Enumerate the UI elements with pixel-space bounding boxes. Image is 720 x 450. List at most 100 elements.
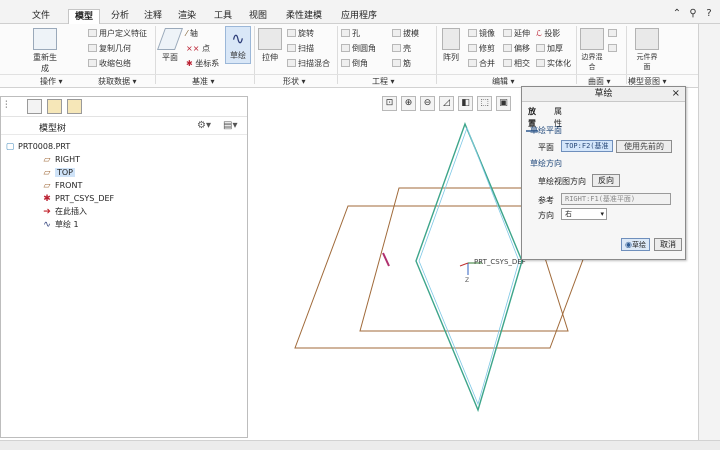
repaint-icon[interactable]: ◿: [439, 96, 454, 111]
round-button[interactable]: 倒圆角: [341, 44, 376, 54]
view-direction-label: 草绘视图方向: [538, 177, 586, 186]
style-button[interactable]: [608, 44, 619, 54]
tab-flexible-modeling[interactable]: 柔性建模: [280, 9, 328, 24]
favorites-tab-icon[interactable]: [67, 99, 82, 114]
group-shapes[interactable]: 形状 ▾: [283, 76, 306, 87]
rib-button[interactable]: 筋: [392, 59, 411, 69]
group-datum[interactable]: 基准 ▾: [192, 76, 215, 87]
extrude-icon: [258, 28, 282, 50]
reference-field[interactable]: RIGHT:F1(基准平面): [561, 193, 671, 205]
tree-item-front[interactable]: ▱ FRONT: [41, 179, 83, 192]
boundary-blend-button[interactable]: 边界混合: [580, 28, 604, 72]
refit-icon[interactable]: ⊡: [382, 96, 397, 111]
tree-item-top[interactable]: ▱ TOP: [41, 166, 76, 179]
hole-button[interactable]: 孔: [341, 29, 360, 39]
orientation-select[interactable]: 右 ▾: [561, 208, 607, 220]
draft-button[interactable]: 拔模: [392, 29, 419, 39]
use-previous-button[interactable]: 使用先前的: [616, 140, 672, 153]
close-icon[interactable]: ×: [672, 87, 680, 101]
dialog-title: 草绘: [594, 89, 613, 99]
tab-analysis[interactable]: 分析: [105, 9, 135, 24]
datum-point-button[interactable]: ×× 点: [186, 44, 210, 54]
zoom-in-icon[interactable]: ⊕: [401, 96, 416, 111]
datum-axis-button[interactable]: ⁄ 轴: [186, 29, 198, 39]
intersect-button[interactable]: 相交: [503, 59, 530, 69]
tree-show-icon[interactable]: ▤▾: [223, 120, 237, 131]
thicken-icon: [536, 44, 545, 52]
sketch-plane-field[interactable]: TOP:F2(基准: [561, 140, 613, 152]
chamfer-button[interactable]: 倒角: [341, 59, 368, 69]
datum-plane-button[interactable]: 平面: [156, 28, 184, 63]
boundary-blend-icon: [580, 28, 604, 50]
cancel-button[interactable]: 取消: [654, 238, 682, 251]
trim-button[interactable]: 修剪: [468, 44, 495, 54]
freestyle-button[interactable]: [608, 29, 619, 39]
tab-tools[interactable]: 工具: [208, 9, 238, 24]
folder-browser-tab-icon[interactable]: [47, 99, 62, 114]
group-engineering[interactable]: 工程 ▾: [372, 76, 395, 87]
sketch-ok-button[interactable]: ◉草绘: [621, 238, 650, 251]
revolve-button[interactable]: 旋转: [287, 29, 314, 39]
tree-item-right[interactable]: ▱ RIGHT: [41, 153, 81, 166]
thicken-button[interactable]: 加厚: [536, 44, 563, 54]
tree-item-insert-here[interactable]: ➔ 在此插入: [41, 205, 87, 218]
tree-settings-icon[interactable]: ⚙▾: [197, 120, 211, 131]
window-controls: ⌃ ⚲?: [668, 7, 716, 21]
user-defined-feature-button[interactable]: 用户定义特征: [88, 29, 147, 39]
tab-render[interactable]: 渲染: [172, 9, 202, 24]
copy-geometry-button[interactable]: 复制几何: [88, 44, 131, 54]
tab-model[interactable]: 模型: [68, 9, 101, 24]
saved-orientations-icon[interactable]: ⬚: [477, 96, 492, 111]
round-icon: [341, 44, 350, 52]
tab-applications[interactable]: 应用程序: [335, 9, 383, 24]
reference-label: 参考: [538, 196, 554, 205]
sketch-button[interactable]: ∿ 草绘: [225, 26, 251, 64]
sweep-icon: [287, 44, 296, 52]
zoom-out-icon[interactable]: ⊖: [420, 96, 435, 111]
solidify-button[interactable]: 实体化: [536, 59, 571, 69]
ok-icon: ◉: [625, 240, 632, 249]
tree-item-csys[interactable]: ✱ PRT_CSYS_DEF: [41, 192, 114, 205]
tab-annotation[interactable]: 注释: [138, 9, 168, 24]
offset-button[interactable]: 偏移: [503, 44, 530, 54]
project-button[interactable]: ℒ 投影: [536, 29, 560, 39]
tree-item-sketch[interactable]: ∿ 草绘 1: [41, 218, 78, 231]
tree-item-part[interactable]: ▢ PRT0008.PRT: [4, 140, 71, 153]
minimize-ribbon-icon[interactable]: ⌃: [670, 7, 684, 21]
status-bar: [0, 440, 720, 450]
tab-view[interactable]: 视图: [243, 9, 273, 24]
hierarchy-icon[interactable]: ⫶: [5, 100, 8, 111]
pattern-icon: [442, 28, 460, 50]
orientation-label: 方向: [538, 211, 554, 220]
shell-button[interactable]: 壳: [392, 44, 411, 54]
display-style-icon[interactable]: ◧: [458, 96, 473, 111]
view-manager-icon[interactable]: ▣: [496, 96, 511, 111]
menu-bar: 文件 模型 分析 注释 渲染 工具 视图 柔性建模 应用程序 ⌃ ⚲?: [0, 0, 720, 24]
help-icon[interactable]: ?: [702, 7, 716, 21]
extrude-button[interactable]: 拉伸: [258, 28, 282, 63]
coordinate-system-button[interactable]: ✱ 坐标系: [186, 59, 219, 69]
component-interface-button[interactable]: 元件界面: [634, 28, 660, 72]
pattern-button[interactable]: 阵列: [440, 28, 462, 63]
copy-geometry-icon: [88, 44, 97, 52]
group-editing[interactable]: 编辑 ▾: [492, 76, 515, 87]
style-icon: [608, 44, 617, 52]
merge-button[interactable]: 合并: [468, 59, 495, 69]
group-operations[interactable]: 操作 ▾: [40, 76, 63, 87]
tab-file[interactable]: 文件: [26, 9, 56, 24]
dialog-titlebar[interactable]: 草绘 ×: [522, 87, 685, 102]
sketch-plane-section-title: 草绘平面: [530, 126, 562, 135]
shrinkwrap-button[interactable]: 收缩包络: [88, 59, 131, 69]
swept-blend-button[interactable]: 扫描混合: [287, 59, 330, 69]
offset-icon: [503, 44, 512, 52]
regenerate-button[interactable]: 重新生成: [30, 28, 60, 74]
flip-button[interactable]: 反向: [592, 174, 620, 187]
group-get-data[interactable]: 获取数据 ▾: [98, 76, 137, 87]
search-icon[interactable]: ⚲: [686, 7, 700, 21]
model-tree-tab-icon[interactable]: [27, 99, 42, 114]
sweep-button[interactable]: 扫描: [287, 44, 314, 54]
mirror-button[interactable]: 镜像: [468, 29, 495, 39]
csys-label: PRT_CSYS_DEF: [474, 258, 526, 266]
swept-blend-icon: [287, 59, 296, 67]
extend-button[interactable]: 延伸: [503, 29, 530, 39]
